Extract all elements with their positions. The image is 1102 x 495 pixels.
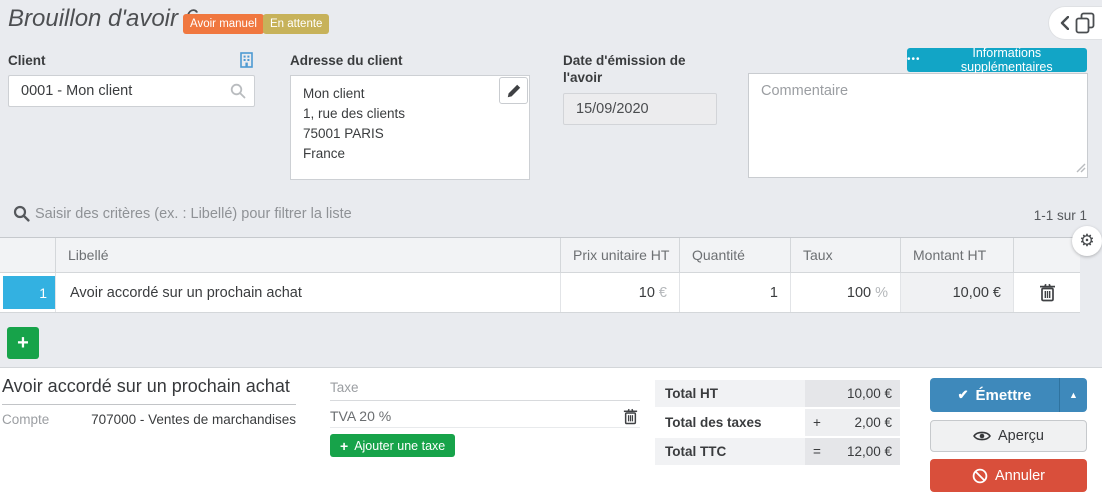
- table-settings-button[interactable]: ⚙: [1072, 226, 1102, 256]
- total-operator: =: [813, 444, 821, 459]
- total-value: 12,00 €: [847, 444, 892, 459]
- status-badge: En attente: [263, 14, 329, 34]
- side-panel-toggle[interactable]: [1048, 6, 1102, 40]
- col-header-libelle: Libellé: [55, 238, 560, 272]
- address-line: 75001 PARIS: [303, 124, 517, 144]
- trash-icon: [1039, 290, 1056, 305]
- client-label: Client: [8, 52, 46, 69]
- add-line-button[interactable]: +: [7, 327, 39, 359]
- building-icon[interactable]: [237, 50, 256, 70]
- col-header-actions: [1013, 238, 1080, 272]
- quantity-cell[interactable]: 1: [679, 273, 790, 312]
- preview-button[interactable]: Aperçu: [930, 420, 1087, 452]
- delete-line-button[interactable]: [1037, 281, 1058, 304]
- tax-row: TVA 20 %: [330, 405, 640, 428]
- account-row: Compte 707000 - Ventes de marchandises: [2, 412, 296, 427]
- row-number-cell[interactable]: 1: [0, 273, 55, 312]
- table-header-row: Libellé Prix unitaire HT Quantité Taux M…: [0, 237, 1080, 273]
- eye-icon: [973, 430, 991, 442]
- check-icon: ✔: [958, 387, 969, 403]
- additional-info-button[interactable]: ••• Informations supplémentaires: [907, 48, 1087, 72]
- address-line: France: [303, 144, 517, 164]
- delete-line-cell: [1013, 273, 1080, 312]
- total-ttc-row: Total TTC = 12,00 €: [655, 438, 900, 465]
- totals-table: Total HT 10,00 € Total des taxes + 2,00 …: [655, 380, 900, 467]
- credit-lines-table: Libellé Prix unitaire HT Quantité Taux M…: [0, 237, 1080, 313]
- ban-icon: [972, 468, 988, 484]
- pagination-info: 1-1 sur 1: [1034, 208, 1087, 223]
- delete-tax-button[interactable]: [621, 406, 640, 427]
- page-title: Brouillon d'avoir 6: [8, 5, 198, 33]
- comment-textarea[interactable]: [748, 73, 1088, 178]
- table-row: 1 Avoir accordé sur un prochain achat 10…: [0, 273, 1080, 313]
- address-line: Mon client: [303, 84, 517, 104]
- unit-price-cell[interactable]: 10€: [560, 273, 679, 312]
- tax-label: Taxe: [330, 380, 640, 401]
- total-value: 2,00 €: [854, 415, 892, 430]
- trash-icon: [623, 413, 638, 428]
- search-icon: [13, 205, 30, 225]
- address-label: Adresse du client: [290, 52, 403, 69]
- client-address-box: Mon client 1, rue des clients 75001 PARI…: [290, 75, 530, 180]
- line-detail-panel: Avoir accordé sur un prochain achat Comp…: [0, 367, 1102, 495]
- lines-filter-field[interactable]: Saisir des critères (ex. : Libellé) pour…: [0, 199, 1102, 231]
- total-ht-row: Total HT 10,00 €: [655, 380, 900, 407]
- ellipsis-icon: •••: [907, 54, 921, 65]
- address-line: 1, rue des clients: [303, 104, 517, 124]
- col-header-amount: Montant HT: [900, 238, 1013, 272]
- emit-button[interactable]: ✔ Émettre: [930, 378, 1059, 412]
- action-buttons: ✔ Émettre ▲ Aperçu Annuler: [930, 378, 1087, 492]
- total-value: 10,00 €: [847, 386, 892, 401]
- add-tax-button[interactable]: + Ajouter une taxe: [330, 434, 455, 457]
- rate-cell[interactable]: 100%: [790, 273, 900, 312]
- line-detail-title: Avoir accordé sur un prochain achat: [2, 376, 296, 405]
- chevron-left-icon: [1060, 16, 1069, 30]
- col-header-rate: Taux: [790, 238, 900, 272]
- edit-address-button[interactable]: [499, 77, 528, 104]
- row-number-header: [0, 238, 55, 272]
- issue-date-label: Date d'émission de l'avoir: [563, 52, 703, 86]
- total-taxes-row: Total des taxes + 2,00 €: [655, 409, 900, 436]
- manual-credit-badge: Avoir manuel: [183, 14, 264, 34]
- comment-wrap: [748, 73, 1088, 178]
- client-field-wrap: [8, 75, 255, 107]
- client-input[interactable]: [8, 75, 255, 107]
- account-value: 707000 - Ventes de marchandises: [91, 412, 296, 427]
- credit-note-draft-page: Brouillon d'avoir 6 Avoir manuel En atte…: [0, 0, 1102, 495]
- emit-dropdown-toggle[interactable]: ▲: [1059, 378, 1087, 412]
- libelle-cell[interactable]: Avoir accordé sur un prochain achat: [55, 273, 560, 312]
- copy-icon: [1075, 12, 1095, 34]
- issue-date-input[interactable]: [563, 93, 717, 125]
- gear-icon: ⚙: [1079, 231, 1094, 251]
- filter-placeholder: Saisir des critères (ex. : Libellé) pour…: [35, 206, 352, 222]
- tax-value[interactable]: TVA 20 %: [330, 408, 391, 424]
- search-icon: [230, 83, 246, 102]
- emit-split-button: ✔ Émettre ▲: [930, 378, 1087, 412]
- account-label: Compte: [2, 412, 49, 427]
- amount-cell: 10,00 €: [900, 273, 1013, 312]
- col-header-unit-price: Prix unitaire HT: [560, 238, 679, 272]
- pencil-icon: [507, 84, 521, 98]
- col-header-quantity: Quantité: [679, 238, 790, 272]
- total-operator: +: [813, 415, 821, 430]
- caret-up-icon: ▲: [1069, 390, 1078, 400]
- cancel-button[interactable]: Annuler: [930, 459, 1087, 492]
